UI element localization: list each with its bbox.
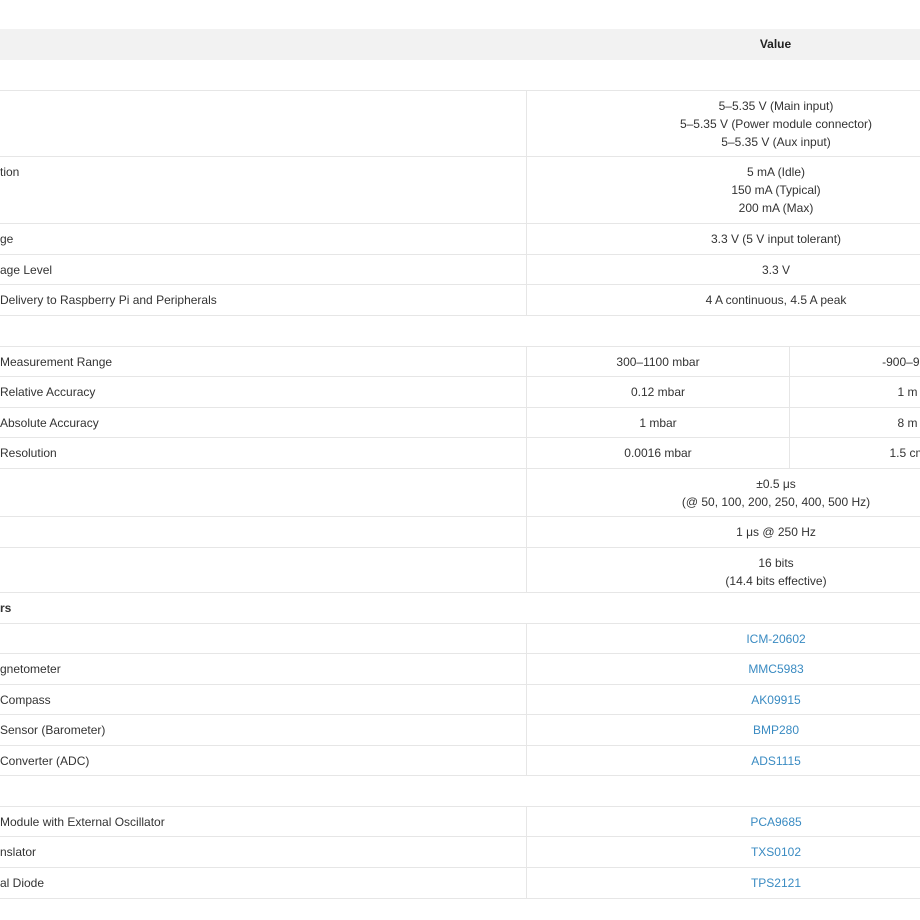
- value-line[interactable]: BMP280: [527, 721, 920, 739]
- table-row: Absolute Accuracy 1 mbar 8 m: [0, 408, 920, 438]
- component-link[interactable]: MMC5983: [526, 654, 920, 684]
- value-line[interactable]: AK09915: [527, 691, 920, 709]
- row-value: 5 mA (Idle) 150 mA (Typical) 200 mA (Max): [526, 157, 920, 223]
- component-link[interactable]: AK09915: [526, 685, 920, 714]
- section-row: [0, 776, 920, 807]
- row-label: Measurement Range: [0, 355, 113, 369]
- row-value: 300–1100 mbar: [526, 347, 789, 376]
- value-line[interactable]: MMC5983: [527, 660, 920, 678]
- component-link[interactable]: PCA9685: [526, 807, 920, 836]
- row-value: 5–5.35 V (Main input) 5–5.35 V (Power mod…: [526, 91, 920, 156]
- row-label: al Diode: [0, 876, 45, 890]
- row-value: ±0.5 μs (@ 50, 100, 200, 250, 400, 500 Hz…: [526, 469, 920, 516]
- value-line[interactable]: PCA9685: [527, 813, 920, 831]
- row-value: 16 bits (14.4 bits effective): [526, 548, 920, 592]
- component-link[interactable]: TXS0102: [526, 837, 920, 867]
- table-body: 5–5.35 V (Main input) 5–5.35 V (Power mod…: [0, 60, 920, 899]
- table-row: Compass AK09915: [0, 685, 920, 715]
- section-row: [0, 60, 920, 91]
- value-line: 5 mA (Idle): [746, 165, 806, 179]
- table-row: Module with External Oscillator PCA9685: [0, 807, 920, 837]
- value-line: 16 bits: [758, 556, 794, 570]
- row-label: tion: [0, 165, 20, 179]
- table-row: Delivery to Raspberry Pi and Peripherals…: [0, 285, 920, 316]
- table-row: nslator TXS0102: [0, 837, 920, 868]
- value-column-header: Value: [759, 37, 792, 51]
- row-value: 4 A continuous, 4.5 A peak: [526, 285, 920, 315]
- value-line: 200 mA (Max): [738, 201, 814, 215]
- table-row: 1 μs @ 250 Hz: [0, 517, 920, 548]
- value-line: 300–1100 mbar: [616, 355, 700, 369]
- row-value: 1 mbar: [526, 408, 789, 437]
- value-line: 3.3 V: [761, 263, 791, 277]
- row-value-secondary: -900–900: [789, 347, 920, 376]
- table-row: Converter (ADC) ADS1115: [0, 746, 920, 776]
- table-header: Value: [0, 29, 920, 60]
- value-line: 3.3 V (5 V input tolerant): [710, 232, 842, 246]
- table-row: Resolution 0.0016 mbar 1.5 cm: [0, 438, 920, 469]
- row-label: Converter (ADC): [0, 754, 90, 768]
- value-line[interactable]: ADS1115: [527, 752, 920, 770]
- table-row: 5–5.35 V (Main input) 5–5.35 V (Power mod…: [0, 91, 920, 157]
- value-line: 1 mbar: [639, 416, 677, 430]
- component-link[interactable]: ADS1115: [526, 746, 920, 775]
- row-label: Module with External Oscillator: [0, 815, 165, 829]
- value-line: 5–5.35 V (Aux input): [721, 135, 831, 149]
- row-value: 3.3 V (5 V input tolerant): [526, 224, 920, 254]
- row-value-secondary: 1.5 cm: [789, 438, 920, 468]
- table-row: ge 3.3 V (5 V input tolerant): [0, 224, 920, 255]
- table-row: ICM-20602: [0, 624, 920, 654]
- row-label: Compass: [0, 693, 51, 707]
- spec-table: Value 5–5.35 V (Main input) 5–5.35 V (Pow…: [0, 29, 920, 899]
- section-row: [0, 316, 920, 347]
- value-line: 5–5.35 V (Main input): [718, 99, 834, 113]
- row-value: 0.0016 mbar: [526, 438, 789, 468]
- table-row: Sensor (Barometer) BMP280: [0, 715, 920, 746]
- row-label: Sensor (Barometer): [0, 723, 106, 737]
- value-line: 5–5.35 V (Power module connector): [679, 117, 873, 131]
- value-line: 150 mA (Typical): [731, 183, 821, 197]
- row-value: 3.3 V: [526, 255, 920, 284]
- value-line: ±0.5 μs: [756, 477, 796, 491]
- row-value-secondary: 1 m: [789, 377, 920, 407]
- row-label: Resolution: [0, 446, 57, 460]
- row-label: nslator: [0, 845, 37, 859]
- row-value: 1 μs @ 250 Hz: [526, 517, 920, 547]
- row-value: 0.12 mbar: [526, 377, 789, 407]
- value-line: (@ 50, 100, 200, 250, 400, 500 Hz): [681, 495, 871, 509]
- component-link[interactable]: BMP280: [526, 715, 920, 745]
- table-row: age Level 3.3 V: [0, 255, 920, 285]
- component-link[interactable]: ICM-20602: [526, 624, 920, 653]
- value-line: 4 A continuous, 4.5 A peak: [705, 293, 847, 307]
- table-row: tion 5 mA (Idle) 150 mA (Typical) 200 mA (M…: [0, 157, 920, 224]
- spec-page: Value 5–5.35 V (Main input) 5–5.35 V (Pow…: [0, 0, 920, 920]
- table-row: Relative Accuracy 0.12 mbar 1 m: [0, 377, 920, 408]
- row-label: Delivery to Raspberry Pi and Peripherals: [0, 293, 217, 307]
- value-line[interactable]: TPS2121: [527, 874, 920, 892]
- table-row: Measurement Range 300–1100 mbar -900–900: [0, 347, 920, 377]
- row-label: gnetometer: [0, 662, 61, 676]
- table-row: 16 bits (14.4 bits effective): [0, 548, 920, 593]
- value-line: 1 μs @ 250 Hz: [736, 525, 816, 539]
- row-label: age Level: [0, 263, 53, 277]
- value-line: 0.0016 mbar: [624, 446, 692, 460]
- value-line[interactable]: ICM-20602: [527, 630, 920, 648]
- value-line: 0.12 mbar: [630, 385, 686, 399]
- row-label: Relative Accuracy: [0, 385, 96, 399]
- row-label: Absolute Accuracy: [0, 416, 99, 430]
- table-row: gnetometer MMC5983: [0, 654, 920, 685]
- value-line: (14.4 bits effective): [725, 574, 827, 588]
- component-link[interactable]: TPS2121: [526, 868, 920, 898]
- row-label: ge: [0, 232, 14, 246]
- section-label: rs: [0, 601, 12, 615]
- table-row: ±0.5 μs (@ 50, 100, 200, 250, 400, 500 Hz…: [0, 469, 920, 517]
- table-row: al Diode TPS2121: [0, 868, 920, 899]
- section-row: rs: [0, 593, 920, 624]
- value-line[interactable]: TXS0102: [527, 843, 920, 861]
- row-value-secondary: 8 m: [789, 408, 920, 437]
